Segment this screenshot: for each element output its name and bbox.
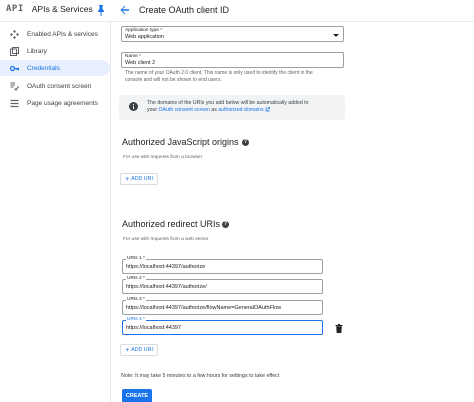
name-helper-line-1: The name of your OAuth 2.0 client. This … xyxy=(125,70,313,76)
redirect-uri-field-4[interactable]: URIs 4 * https://localhost:44397 xyxy=(122,317,323,335)
sidebar-item-page-usage[interactable]: Page usage agreements xyxy=(0,95,110,111)
sidebar-item-oauth-consent[interactable]: OAuth consent screen xyxy=(0,78,110,94)
name-helper-text: The name of your OAuth 2.0 client. This … xyxy=(125,70,313,84)
js-origins-caption: For use with requests from a browser xyxy=(123,155,203,160)
delete-icon[interactable] xyxy=(335,324,343,333)
sidebar-item-library[interactable]: Library xyxy=(0,43,110,59)
settings-list-icon xyxy=(10,99,19,107)
redirect-uri-field-2[interactable]: URIs 2 * https://localhost:44397/authori… xyxy=(122,276,323,294)
application-type-label: Application type * xyxy=(125,28,163,33)
chevron-down-icon xyxy=(333,34,339,37)
name-value: Web client 2 xyxy=(125,60,156,66)
help-icon[interactable]: ? xyxy=(222,221,229,228)
plus-icon: + xyxy=(125,346,130,354)
name-label: Name * xyxy=(125,54,141,59)
settings-note: Note: It may take 5 minutes to a few hou… xyxy=(121,373,280,379)
external-link-icon[interactable] xyxy=(265,107,270,112)
sidebar-item-label: OAuth consent screen xyxy=(27,82,92,90)
redirect-uri-field-1[interactable]: URIs 1 * https://localhost:44397/authori… xyxy=(122,256,323,274)
uri-label: URIs 2 * xyxy=(126,276,146,281)
uri-label: URIs 1 * xyxy=(126,256,146,261)
api-logo: API xyxy=(6,4,24,14)
sidebar: Enabled APIs & services Library Credenti… xyxy=(0,22,111,402)
name-field[interactable]: Name * Web client 2 xyxy=(121,52,344,68)
main-content: Application type * Web application Name … xyxy=(111,22,474,402)
top-header: API APIs & Services Create OAuth client … xyxy=(0,0,474,22)
consent-icon xyxy=(10,82,19,91)
sidebar-item-label: Enabled APIs & services xyxy=(27,30,98,38)
plus-icon: + xyxy=(125,175,130,183)
info-banner: The domains of the URIs you add below wi… xyxy=(119,95,345,120)
uri-label: URIs 4 * xyxy=(126,317,146,322)
sidebar-item-enabled-apis[interactable]: Enabled APIs & services xyxy=(0,26,110,42)
uri-label: URIs 3 * xyxy=(126,297,146,302)
product-title: APIs & Services xyxy=(31,4,93,14)
oauth-consent-screen-link[interactable]: OAuth consent screen xyxy=(159,107,210,113)
uri-value: https://localhost:44397 xyxy=(126,325,182,331)
create-button[interactable]: CREATE xyxy=(122,389,152,402)
info-banner-text: The domains of the URIs you add below wi… xyxy=(147,100,343,114)
diamond-grid-icon xyxy=(10,29,19,39)
authorized-domains-link[interactable]: authorized domains xyxy=(218,107,263,113)
application-type-select[interactable]: Application type * Web application xyxy=(121,26,344,42)
redirect-uris-title: Authorized redirect URIs xyxy=(122,219,221,229)
application-type-value: Web application xyxy=(125,34,165,40)
info-line-1: The domains of the URIs you add below wi… xyxy=(147,100,309,106)
key-icon xyxy=(10,65,19,71)
sidebar-item-label: Page usage agreements xyxy=(27,99,98,107)
info-text-pre: your xyxy=(147,107,158,113)
add-js-origin-button[interactable]: + ADD URI xyxy=(120,173,158,185)
info-text-mid: as xyxy=(211,107,217,113)
uri-value: https://localhost:44397/authorize/ xyxy=(126,284,207,290)
sidebar-item-label: Library xyxy=(27,47,47,55)
js-origins-title: Authorized JavaScript origins xyxy=(122,137,239,147)
info-icon xyxy=(129,102,138,111)
back-arrow-icon[interactable] xyxy=(119,4,131,16)
brand[interactable]: API APIs & Services xyxy=(6,4,93,14)
page-title: Create OAuth client ID xyxy=(139,5,230,15)
sidebar-item-credentials[interactable]: Credentials xyxy=(0,60,110,76)
uri-value: https://localhost:44397/authorize/flowNa… xyxy=(126,305,282,311)
add-uri-label: ADD URI xyxy=(131,176,153,182)
help-icon[interactable]: ? xyxy=(242,139,249,146)
name-helper-line-2: console and will not be shown to end use… xyxy=(125,77,222,83)
redirect-uri-field-3[interactable]: URIs 3 * https://localhost:44397/authori… xyxy=(122,297,323,315)
redirect-uris-caption: For use with requests from a web server xyxy=(123,237,209,242)
add-uri-label: ADD URI xyxy=(131,347,153,353)
pin-icon[interactable] xyxy=(97,5,105,16)
uri-value: https://localhost:44397/authorize xyxy=(126,264,206,270)
add-redirect-uri-button[interactable]: + ADD URI xyxy=(120,344,158,356)
library-icon xyxy=(10,46,19,56)
sidebar-item-label: Credentials xyxy=(27,64,60,72)
